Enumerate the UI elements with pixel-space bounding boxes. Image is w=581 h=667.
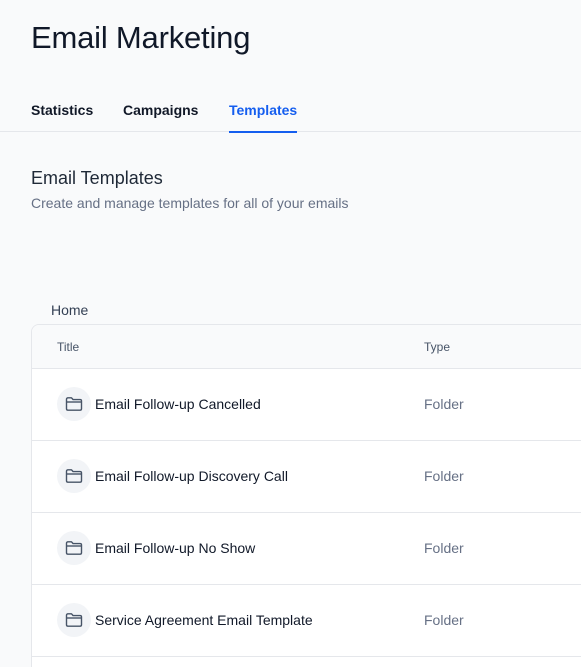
tab-campaigns[interactable]: Campaigns [123, 102, 198, 132]
table-header: Title Type [32, 325, 581, 369]
row-title: Email Follow-up Discovery Call [95, 468, 288, 484]
section-subtitle: Create and manage templates for all of y… [31, 195, 349, 211]
table-row[interactable]: Email Follow-up Discovery Call Folder [32, 441, 581, 513]
column-header-title: Title [57, 340, 80, 354]
folder-icon [57, 459, 91, 493]
table-row[interactable]: Email Follow-up No Show Folder [32, 513, 581, 585]
table-row[interactable]: Service Agreement Email Template Folder [32, 585, 581, 657]
column-header-type: Type [424, 340, 451, 354]
folder-icon [57, 387, 91, 421]
tab-templates[interactable]: Templates [229, 102, 298, 133]
row-type: Folder [424, 468, 464, 484]
breadcrumb-home[interactable]: Home [51, 302, 88, 318]
page-title: Email Marketing [31, 20, 251, 55]
row-type: Folder [424, 612, 464, 628]
row-title: Email Follow-up No Show [95, 540, 256, 556]
tab-statistics[interactable]: Statistics [31, 102, 93, 132]
folder-icon [57, 531, 91, 565]
tab-bar: Statistics Campaigns Templates [0, 96, 581, 133]
row-title: Service Agreement Email Template [95, 612, 313, 628]
email-marketing-page: Email Marketing Statistics Campaigns Tem… [0, 0, 581, 667]
row-type: Folder [424, 396, 464, 412]
folder-icon [57, 603, 91, 637]
templates-table: Title Type Email Follow-up Cancelled Fol… [31, 324, 581, 667]
row-title: Email Follow-up Cancelled [95, 396, 261, 412]
section-title: Email Templates [31, 168, 163, 188]
table-row[interactable]: Email Follow-up Cancelled Folder [32, 369, 581, 441]
row-type: Folder [424, 540, 464, 556]
